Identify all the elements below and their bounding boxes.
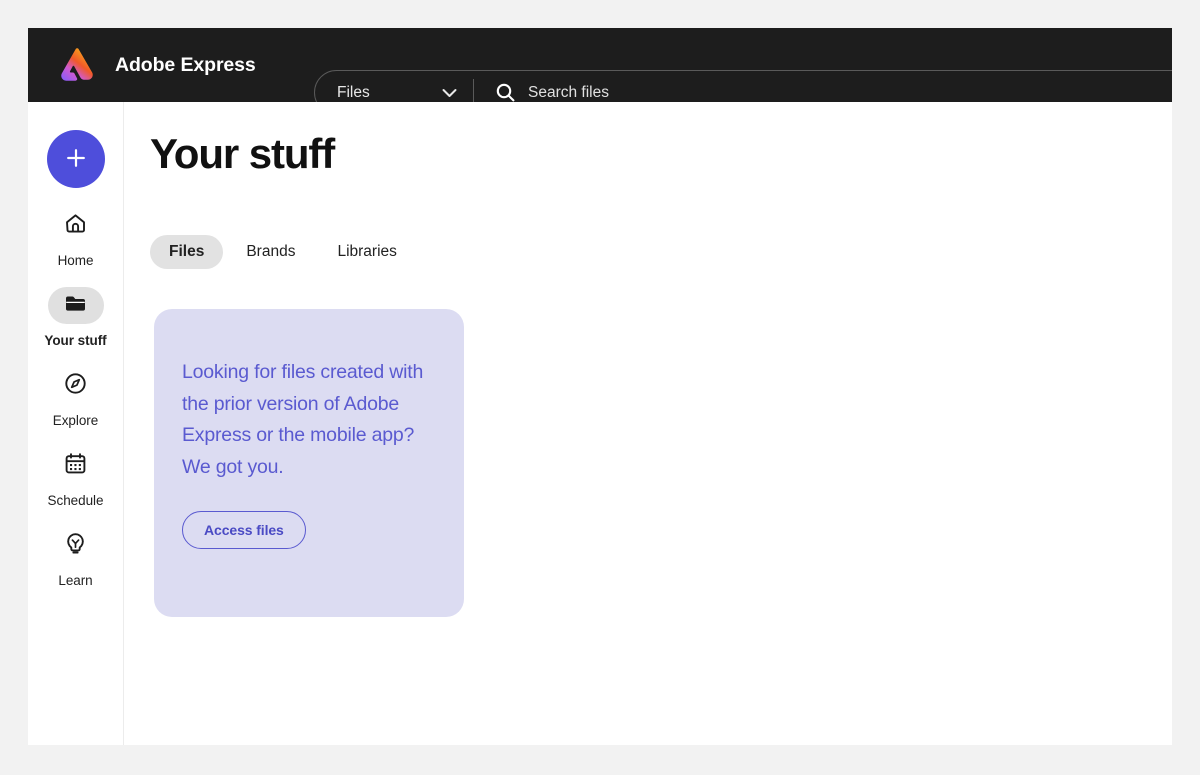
nav-icon-wrap [48,367,104,404]
sidebar-item-explore[interactable]: Explore [34,367,118,428]
app-window: Adobe Express Files Search files Home Yo… [28,28,1172,745]
tab-libraries[interactable]: Libraries [318,235,415,269]
sidebar-item-label: Your stuff [44,333,107,348]
sidebar-item-label: Learn [58,573,93,588]
content-tabs: Files Brands Libraries [150,235,416,269]
nav-icon-wrap [48,447,104,484]
nav-icon-wrap [48,207,104,244]
legacy-files-promo-card: Looking for files created with the prior… [154,309,464,617]
create-new-button[interactable] [46,130,105,188]
nav-icon-wrap [48,527,104,564]
sidebar-item-label: Schedule [47,493,104,508]
sidebar: Home Your stuff Explore Schedule Learn [28,102,124,745]
compass-icon [63,371,88,401]
app-body: Home Your stuff Explore Schedule Learn Y… [28,102,1172,745]
search-icon [496,83,515,102]
tab-brands[interactable]: Brands [227,235,314,269]
sidebar-item-your-stuff[interactable]: Your stuff [34,287,118,348]
brand-name: Adobe Express [115,53,256,76]
search-input[interactable] [528,83,1172,102]
folder-icon [63,291,88,321]
sidebar-item-schedule[interactable]: Schedule [34,447,118,508]
sidebar-item-label: Explore [52,413,99,428]
search-scope-label: Files [337,83,370,101]
tab-files[interactable]: Files [150,235,224,269]
sidebar-item-home[interactable]: Home [34,207,118,268]
page-title: Your stuff [150,130,335,177]
calendar-icon [63,451,88,481]
brand[interactable]: Adobe Express [57,45,256,85]
top-bar: Adobe Express Files [28,28,1172,115]
plus-icon [65,147,87,172]
nav-icon-wrap [47,287,104,324]
chevron-down-icon [414,88,457,98]
lightbulb-icon [63,531,88,561]
adobe-express-logo-icon [57,45,97,85]
sidebar-item-learn[interactable]: Learn [34,527,118,588]
main-content: Your stuff Files Brands Libraries Lookin… [124,102,1172,745]
sidebar-item-label: Home [57,253,94,268]
promo-card-message: Looking for files created with the prior… [182,361,424,478]
access-files-button[interactable]: Access files [182,511,306,549]
home-icon [63,211,88,241]
